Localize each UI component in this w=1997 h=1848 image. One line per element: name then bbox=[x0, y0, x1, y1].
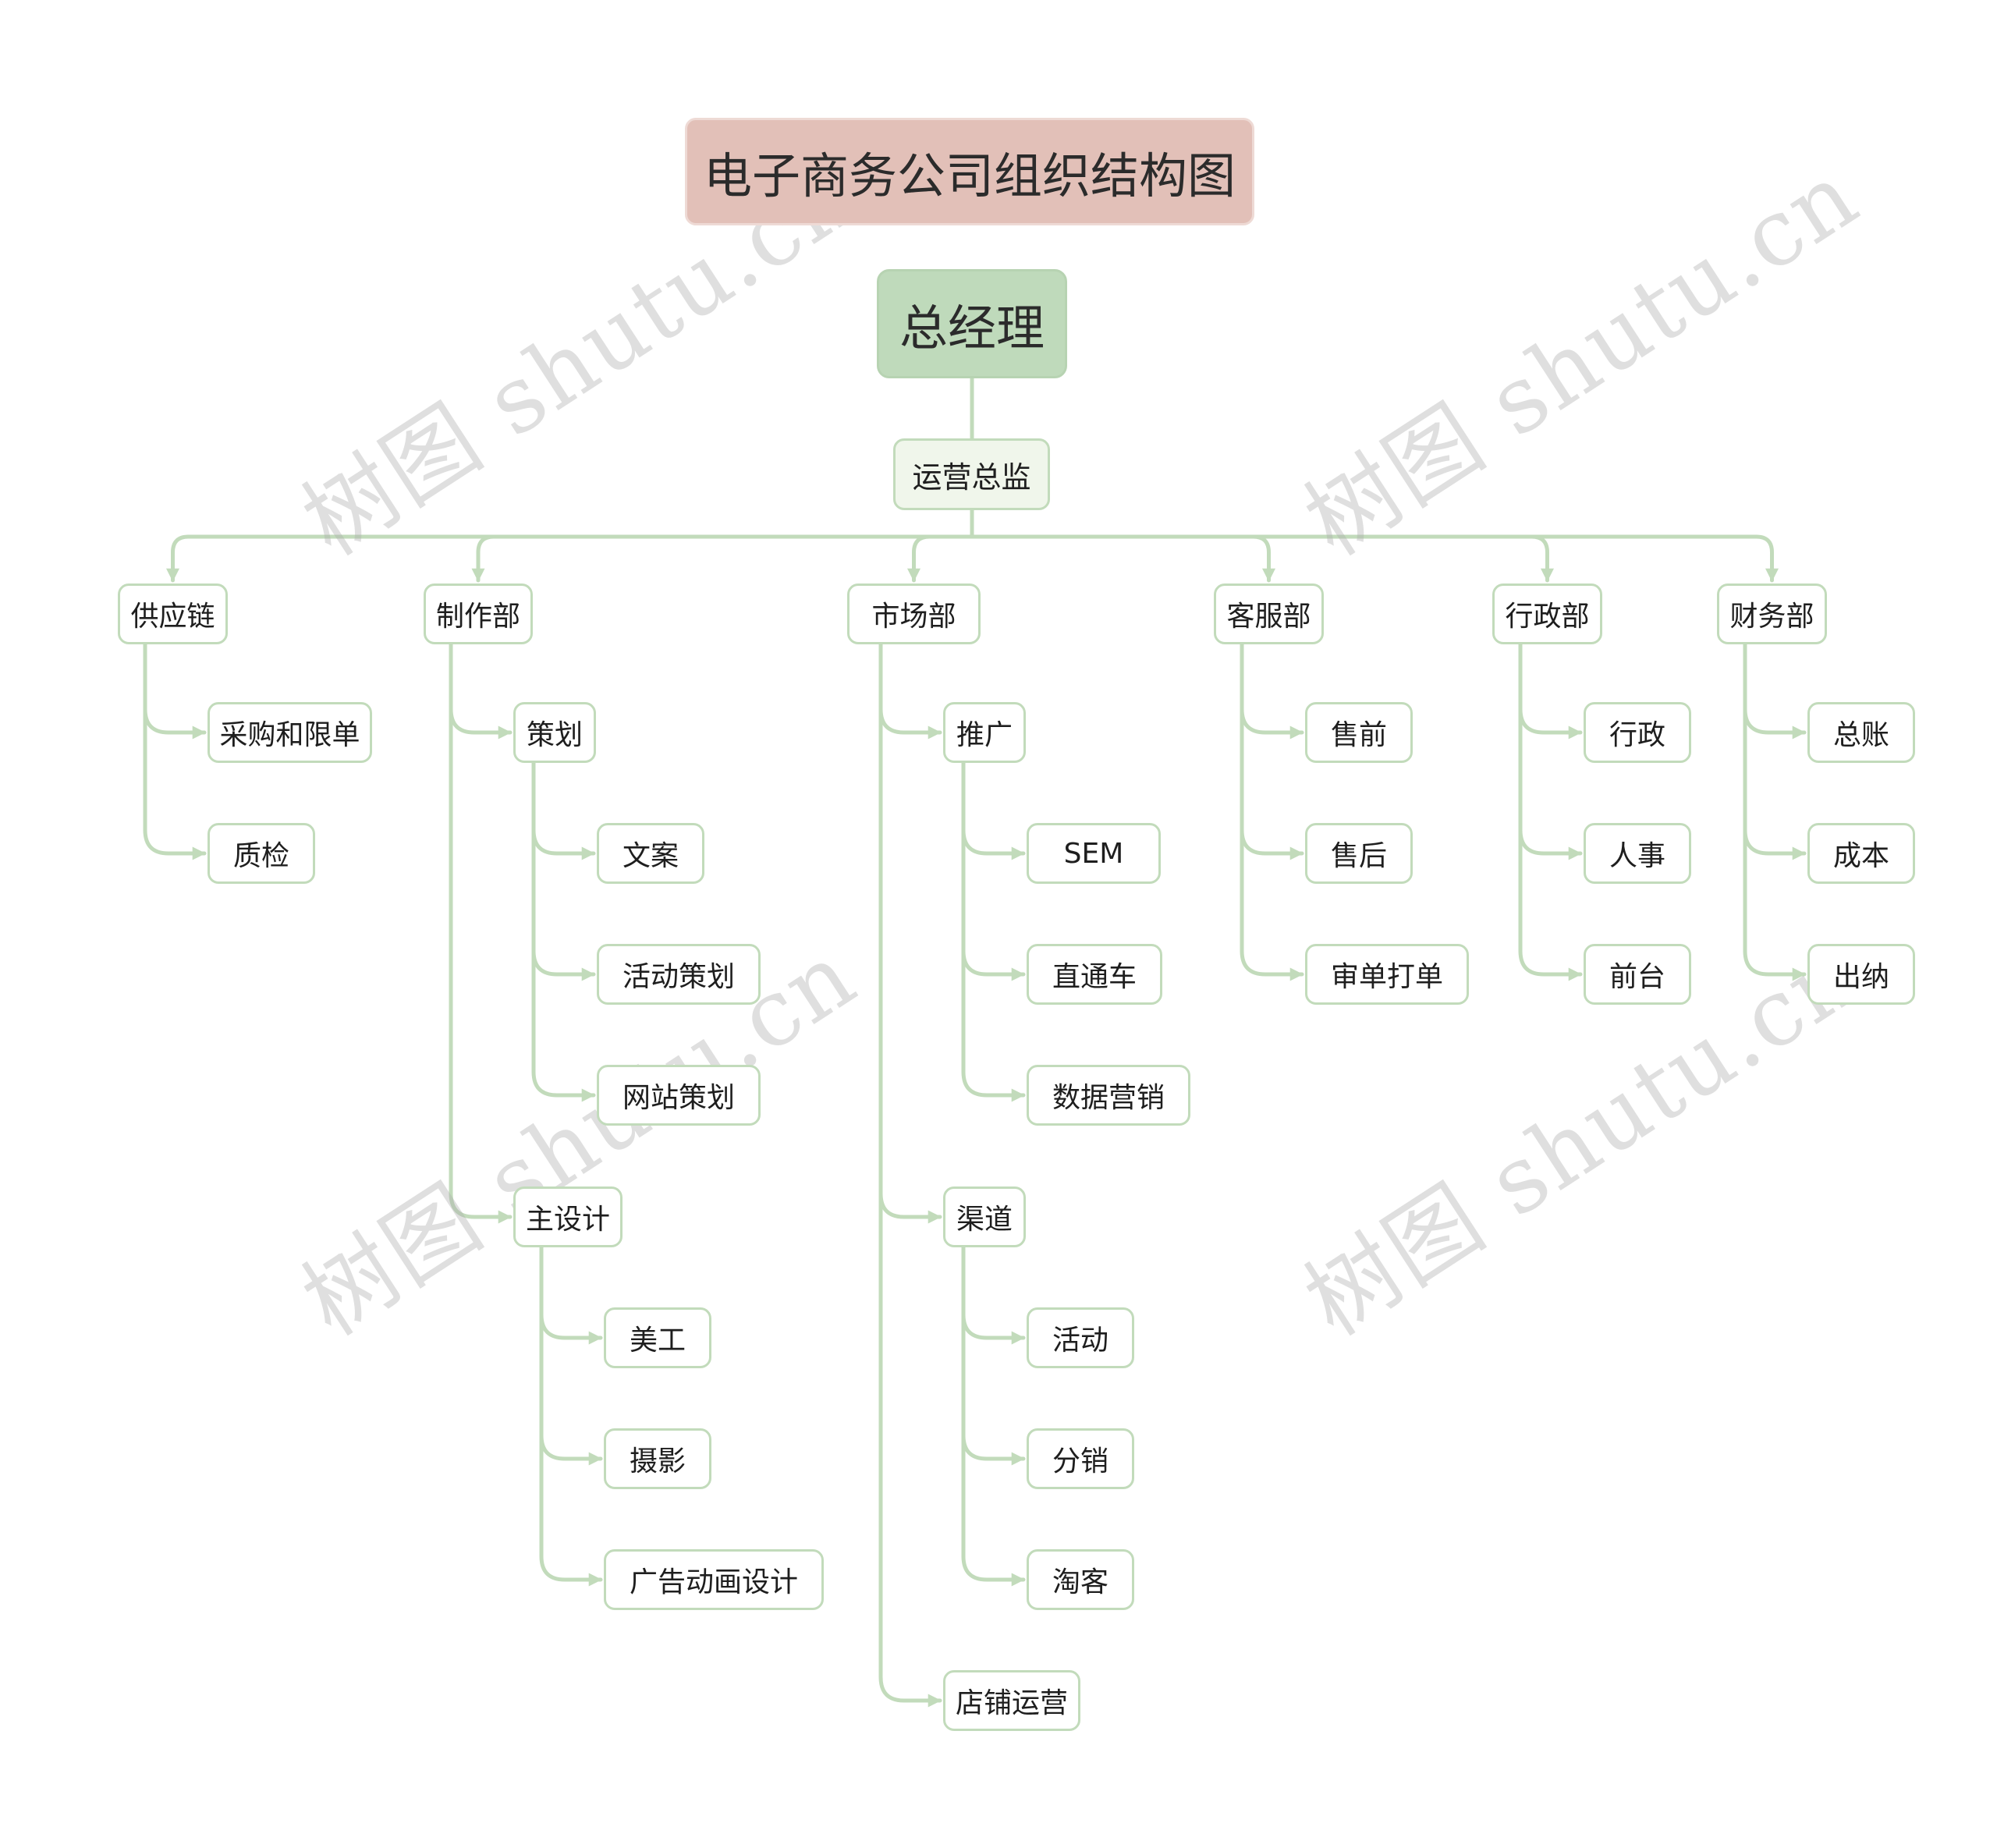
connector-sub bbox=[1743, 642, 1807, 860]
connector-sub bbox=[1240, 642, 1304, 740]
connector-dept-0 bbox=[165, 534, 190, 583]
connector-group bbox=[449, 642, 513, 740]
department-node[interactable]: 财务部 bbox=[1717, 583, 1827, 644]
node-operations-director[interactable]: 运营总监 bbox=[893, 438, 1050, 510]
chart-title: 电子商务公司组织结构图 bbox=[685, 118, 1254, 225]
leaf-node[interactable]: 淘客 bbox=[1027, 1549, 1134, 1610]
sub-node[interactable]: 质检 bbox=[208, 823, 315, 884]
leaf-node[interactable]: 数据营销 bbox=[1027, 1065, 1190, 1126]
sub-node[interactable]: 总账 bbox=[1807, 702, 1915, 763]
connector-leaf bbox=[961, 1245, 1026, 1587]
leaf-node[interactable]: 活动策划 bbox=[597, 944, 761, 1005]
sub-node[interactable]: 采购和限单 bbox=[208, 702, 372, 763]
department-node[interactable]: 客服部 bbox=[1214, 583, 1324, 644]
group-node[interactable]: 推广 bbox=[943, 702, 1026, 763]
sub-node[interactable]: 行政 bbox=[1584, 702, 1691, 763]
department-node[interactable]: 行政部 bbox=[1492, 583, 1602, 644]
sub-node[interactable]: 成本 bbox=[1807, 823, 1915, 884]
connector-dept-1 bbox=[471, 534, 496, 583]
connector-sub bbox=[1518, 642, 1583, 981]
leaf-node[interactable]: 直通车 bbox=[1027, 944, 1162, 1005]
connector-dept-2 bbox=[906, 534, 931, 583]
connector-leaf bbox=[961, 761, 1026, 860]
connector-leaf bbox=[531, 761, 596, 1102]
group-node[interactable]: 店铺运营 bbox=[943, 1670, 1080, 1731]
connector-leaf bbox=[539, 1245, 603, 1466]
connector-sub bbox=[1240, 642, 1304, 860]
connector-sub bbox=[1743, 642, 1807, 981]
leaf-node[interactable]: 广告动画设计 bbox=[604, 1549, 824, 1610]
connector-leaf bbox=[961, 1245, 1026, 1466]
connector-leaf bbox=[539, 1245, 603, 1587]
sub-node[interactable]: 售前 bbox=[1305, 702, 1413, 763]
connector-dept-3 bbox=[1251, 534, 1276, 583]
connector-sub bbox=[143, 642, 207, 740]
connector-sub bbox=[1518, 642, 1583, 860]
department-node[interactable]: 制作部 bbox=[424, 583, 533, 644]
connector-sub bbox=[143, 642, 207, 860]
leaf-node[interactable]: 网站策划 bbox=[597, 1065, 761, 1126]
sub-node[interactable]: 前台 bbox=[1584, 944, 1691, 1005]
connector-leaf bbox=[961, 761, 1026, 981]
leaf-node[interactable]: 活动 bbox=[1027, 1307, 1134, 1368]
connector-dept-5 bbox=[1754, 534, 1779, 583]
connector-leaf bbox=[531, 761, 596, 981]
connector-leaf bbox=[539, 1245, 603, 1345]
connector-leaf bbox=[961, 1245, 1026, 1345]
leaf-node[interactable]: 摄影 bbox=[604, 1428, 711, 1489]
group-node[interactable]: 主设计 bbox=[513, 1186, 623, 1247]
leaf-node[interactable]: 美工 bbox=[604, 1307, 711, 1368]
leaf-node[interactable]: 文案 bbox=[597, 823, 704, 884]
group-node[interactable]: 策划 bbox=[513, 702, 596, 763]
connector-sub bbox=[1743, 642, 1807, 740]
department-node[interactable]: 市场部 bbox=[847, 583, 981, 644]
connector-sub bbox=[1240, 642, 1304, 981]
leaf-node[interactable]: SEM bbox=[1027, 823, 1161, 884]
sub-node[interactable]: 出纳 bbox=[1807, 944, 1915, 1005]
department-node[interactable]: 供应链 bbox=[118, 583, 228, 644]
connector-group bbox=[878, 642, 942, 740]
connector-leaf bbox=[531, 761, 596, 860]
connector-dept-4 bbox=[1530, 534, 1555, 583]
sub-node[interactable]: 人事 bbox=[1584, 823, 1691, 884]
org-chart-canvas: 树图 shutu.cn 树图 shutu.cn 树图 shutu.cn 树图 s… bbox=[0, 0, 1997, 1848]
sub-node[interactable]: 审单打单 bbox=[1305, 944, 1469, 1005]
node-general-manager[interactable]: 总经理 bbox=[877, 269, 1067, 378]
sub-node[interactable]: 售后 bbox=[1305, 823, 1413, 884]
connector-leaf bbox=[961, 761, 1026, 1102]
connector-sub bbox=[1518, 642, 1583, 740]
leaf-node[interactable]: 分销 bbox=[1027, 1428, 1134, 1489]
connector-group bbox=[878, 642, 942, 1708]
group-node[interactable]: 渠道 bbox=[943, 1186, 1026, 1247]
